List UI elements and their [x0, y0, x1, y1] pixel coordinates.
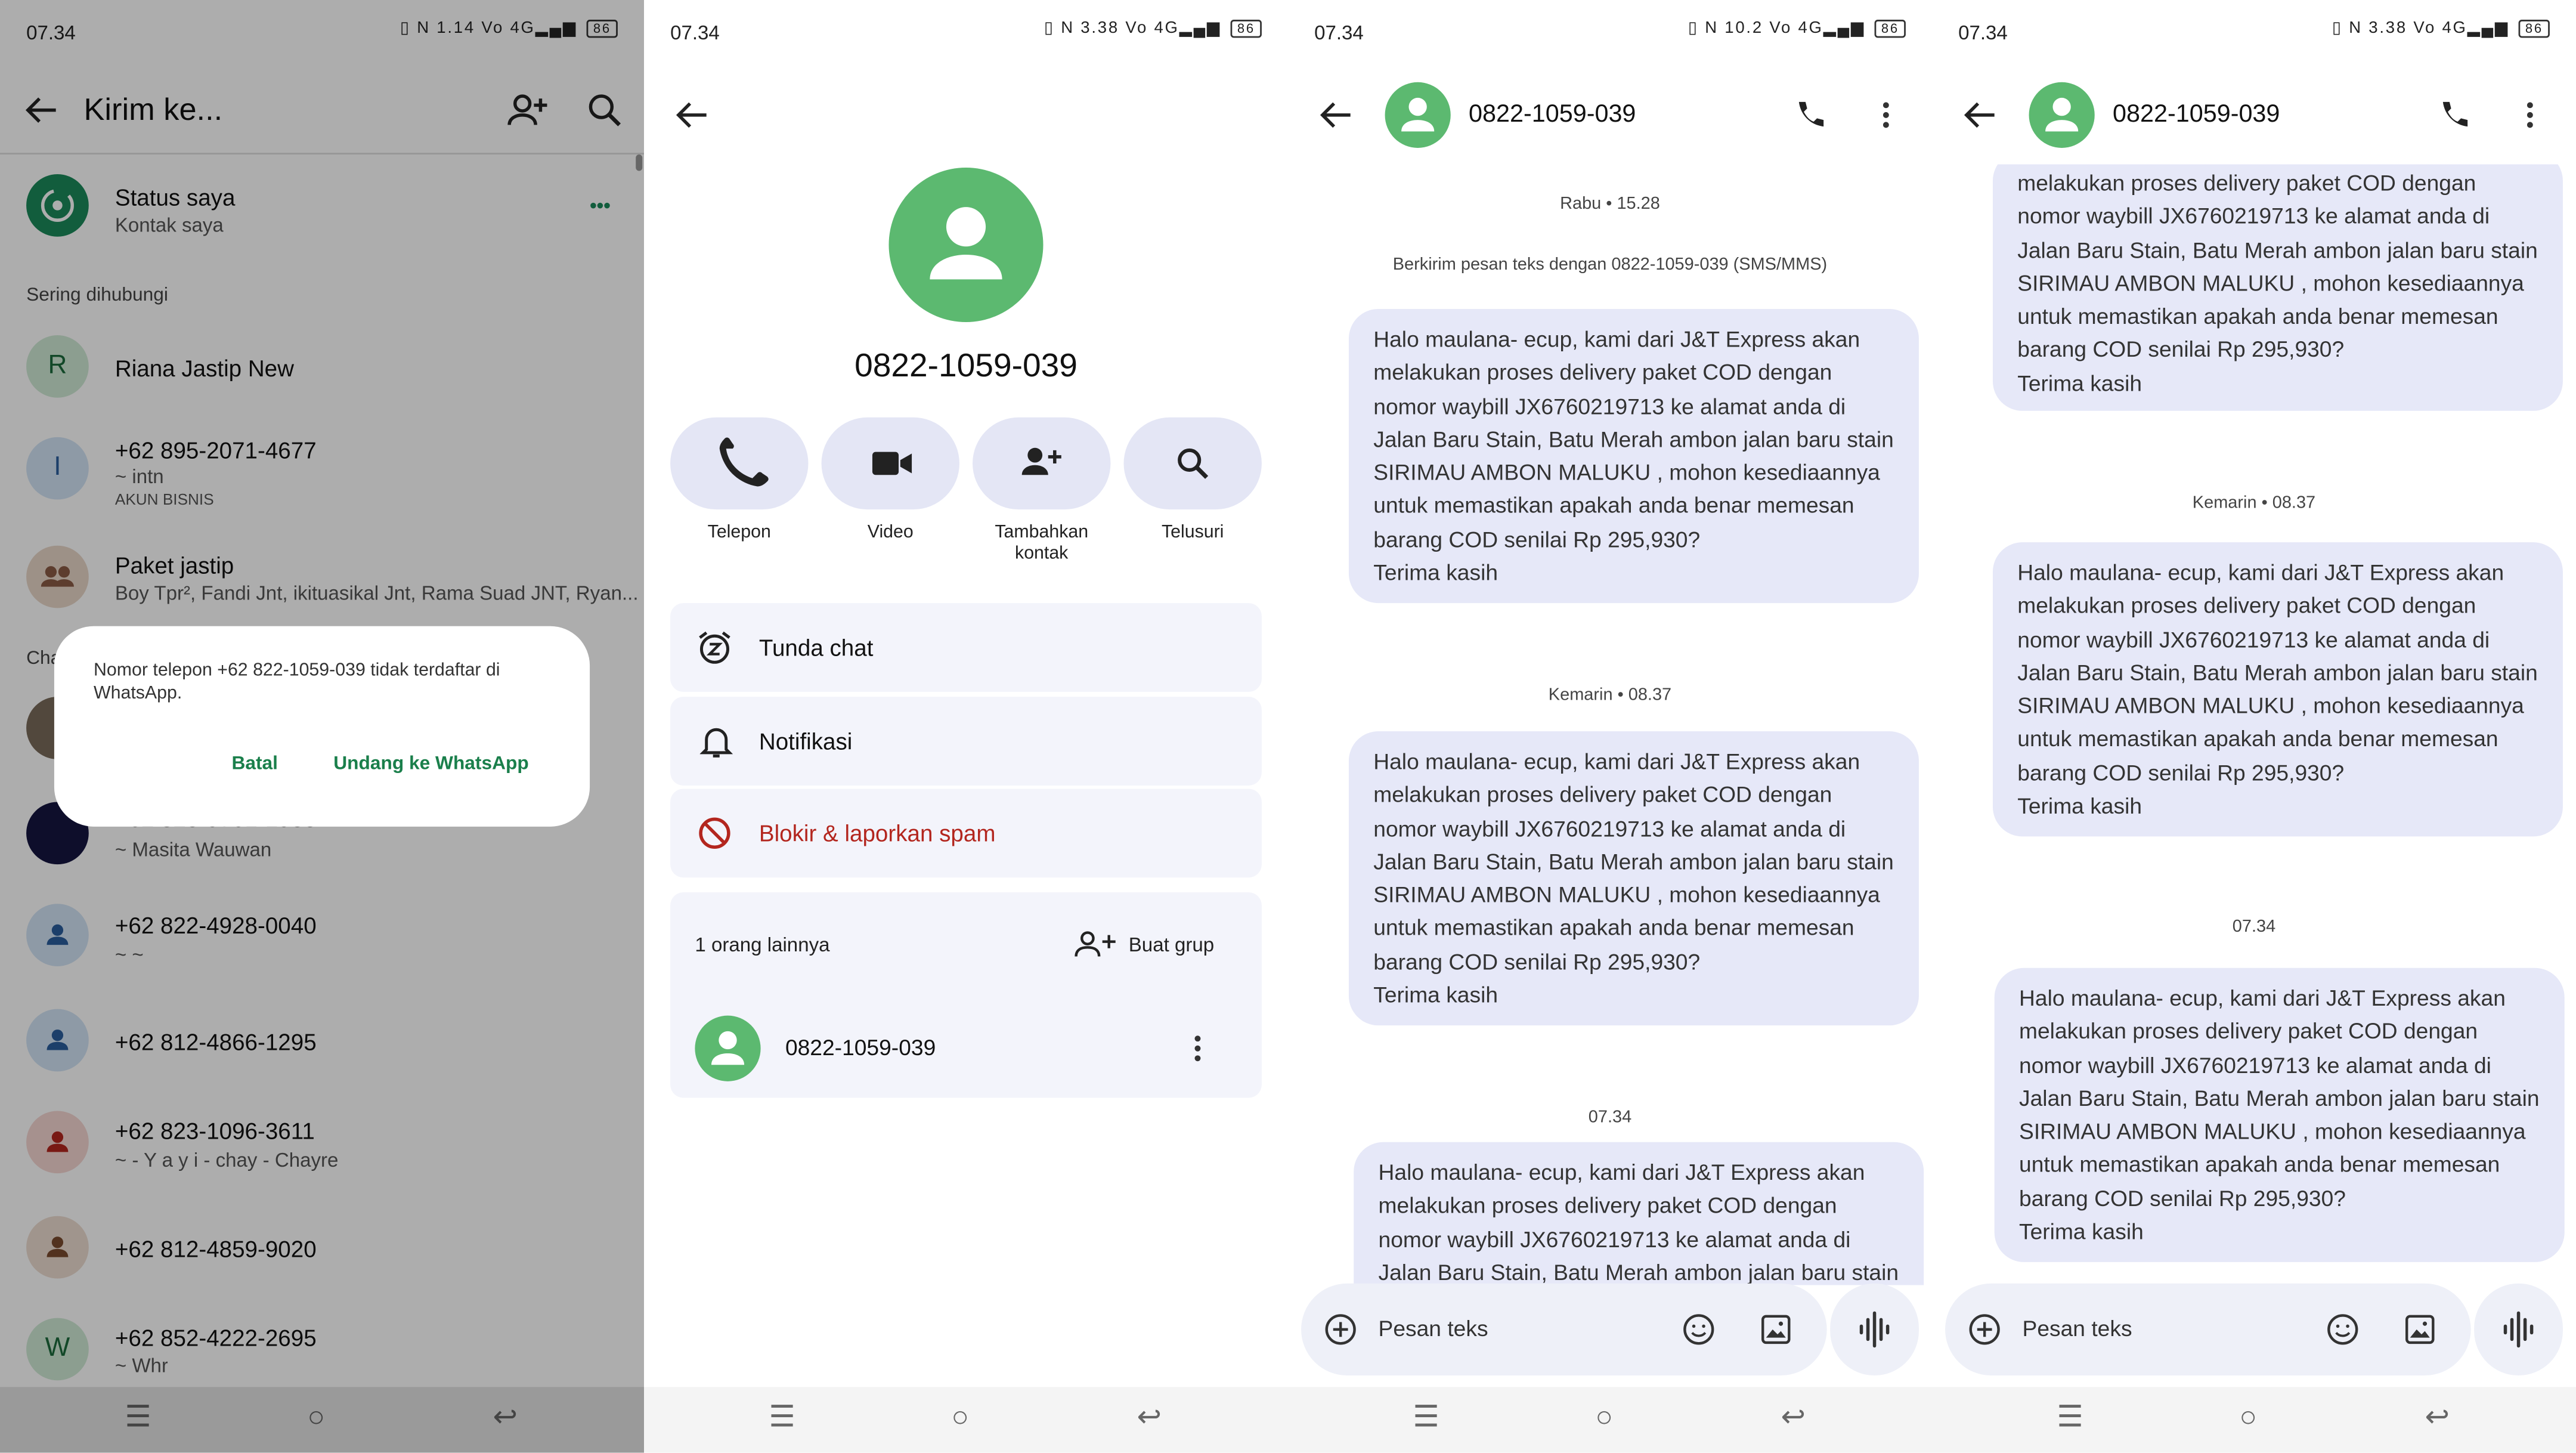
home-nav-icon[interactable]: ○	[1595, 1400, 1613, 1435]
contact-number: 0822-1059-039	[854, 348, 1078, 385]
system-nav-bar: ☰ ○ ↩	[1931, 1387, 2576, 1453]
search-label: Telusuri	[1161, 523, 1224, 543]
contact-avatar[interactable]	[2029, 82, 2095, 148]
member-number[interactable]: 0822-1059-039	[785, 1035, 936, 1060]
back-nav-icon[interactable]: ↩	[1137, 1400, 1162, 1435]
invite-button[interactable]: Undang ke WhatsApp	[333, 755, 528, 774]
back-nav-icon[interactable]: ↩	[2425, 1400, 2450, 1435]
system-nav-bar: ☰ ○ ↩	[1287, 1387, 1932, 1453]
gallery-icon[interactable]	[1760, 1313, 1792, 1346]
status-bar: 07.34 ▯ N 3.38 Vo 4G▂▄▆ 86	[670, 20, 1262, 46]
back-arrow-icon[interactable]	[674, 98, 710, 131]
date-divider: Rabu • 15.28	[1560, 194, 1660, 214]
status-time: 07.34	[1958, 21, 2008, 45]
more-options-icon[interactable]	[1881, 100, 1891, 130]
not-registered-dialog: Nomor telepon +62 822-1059-039 tidak ter…	[54, 626, 590, 827]
add-attachment-icon[interactable]	[1968, 1313, 2001, 1346]
group-members-card: 1 orang lainnya Buat grup 0822-1059-039	[670, 892, 1262, 1098]
add-attachment-icon[interactable]	[1324, 1313, 1357, 1346]
back-nav-icon[interactable]: ↩	[493, 1400, 518, 1435]
call-button[interactable]	[670, 417, 809, 510]
cancel-button[interactable]: Batal	[231, 755, 277, 774]
snooze-chat-label: Tunda chat	[758, 634, 874, 661]
status-icons: ▯ N 10.2 Vo 4G▂▄▆ 86	[1688, 20, 1906, 38]
search-button[interactable]	[1123, 417, 1262, 510]
notifications-label: Notifikasi	[758, 728, 853, 755]
video-button[interactable]	[821, 417, 959, 510]
status-icons: ▯ N 3.38 Vo 4G▂▄▆ 86	[2332, 20, 2550, 38]
snooze-icon	[696, 629, 733, 666]
system-nav-bar: ☰ ○ ↩	[0, 1387, 644, 1453]
block-report-label: Blokir & laporkan spam	[758, 820, 996, 846]
sms-thread-screen: 07.34 ▯ N 10.2 Vo 4G▂▄▆ 86 0822-1059-039…	[1287, 0, 1932, 1453]
status-time: 07.34	[670, 21, 720, 45]
back-arrow-icon[interactable]	[1962, 98, 1998, 131]
gallery-icon[interactable]	[2404, 1313, 2436, 1346]
message-bubble[interactable]: Halo maulana- ecup, kami dari J&T Expres…	[1994, 967, 2565, 1262]
thread-title[interactable]: 0822-1059-039	[2113, 100, 2280, 128]
status-bar: 07.34 ▯ N 10.2 Vo 4G▂▄▆ 86	[1314, 20, 1906, 46]
sms-thread-screen-scrolled: 07.34 ▯ N 3.38 Vo 4G▂▄▆ 86 0822-1059-039…	[1931, 0, 2576, 1453]
voice-message-button[interactable]	[2474, 1283, 2563, 1376]
message-input-bar: Pesan teks	[1301, 1283, 1827, 1376]
message-input[interactable]: Pesan teks	[2023, 1316, 2132, 1341]
menu-nav-icon[interactable]: ☰	[125, 1400, 151, 1435]
group-add-icon[interactable]	[1075, 929, 1117, 962]
make-group-button[interactable]: Buat grup	[1129, 933, 1214, 957]
battery-icon: 86	[1230, 20, 1262, 38]
block-report-item[interactable]: Blokir & laporkan spam	[670, 789, 1262, 878]
member-avatar	[695, 1015, 761, 1081]
message-input-bar: Pesan teks	[1945, 1283, 2471, 1376]
more-options-icon[interactable]	[2525, 100, 2535, 130]
home-nav-icon[interactable]: ○	[2239, 1400, 2257, 1435]
home-nav-icon[interactable]: ○	[951, 1400, 969, 1435]
system-nav-bar: ☰ ○ ↩	[643, 1387, 1288, 1453]
back-nav-icon[interactable]: ↩	[1781, 1400, 1806, 1435]
date-divider: Kemarin • 08.37	[2192, 493, 2316, 513]
block-icon	[696, 815, 733, 852]
video-label: Video	[867, 523, 914, 543]
add-contact-button[interactable]	[973, 417, 1111, 510]
battery-icon: 86	[1874, 20, 1906, 38]
dialog-message: Nomor telepon +62 822-1059-039 tidak ter…	[94, 660, 500, 704]
date-divider: 07.34	[1588, 1107, 1632, 1127]
whatsapp-send-to-screen: 07.34 ▯ N 1.14 Vo 4G▂▄▆ 86 Kirim ke... S…	[0, 0, 644, 1453]
message-input[interactable]: Pesan teks	[1379, 1316, 1488, 1341]
status-time: 07.34	[1314, 21, 1364, 45]
date-divider: 07.34	[2232, 917, 2276, 937]
message-bubble[interactable]: melakukan proses delivery paket COD deng…	[1992, 164, 2563, 411]
call-label: Telepon	[707, 523, 771, 543]
battery-icon: 86	[2518, 20, 2550, 38]
phone-icon[interactable]	[1791, 98, 1827, 135]
contact-avatar	[888, 168, 1044, 322]
snooze-chat-item[interactable]: Tunda chat	[670, 603, 1262, 692]
contact-avatar[interactable]	[1385, 82, 1451, 148]
messages-list[interactable]: Rabu • 15.28 Berkirim pesan teks dengan …	[1288, 168, 1932, 1285]
voice-message-button[interactable]	[1830, 1283, 1919, 1376]
message-bubble[interactable]: Halo maulana- ecup, kami dari J&T Expres…	[1354, 1142, 1924, 1285]
member-more-icon[interactable]	[1193, 1034, 1203, 1064]
message-bubble[interactable]: Halo maulana- ecup, kami dari J&T Expres…	[1992, 542, 2563, 837]
phone-icon[interactable]	[2435, 98, 2471, 135]
add-contact-label: Tambahkan kontak	[995, 523, 1089, 564]
message-bubble[interactable]: Halo maulana- ecup, kami dari J&T Expres…	[1348, 308, 1919, 604]
menu-nav-icon[interactable]: ☰	[1413, 1400, 1439, 1435]
others-count: 1 orang lainnya	[695, 933, 830, 957]
bell-icon	[699, 723, 733, 759]
status-icons: ▯ N 3.38 Vo 4G▂▄▆ 86	[1044, 20, 1262, 38]
notifications-item[interactable]: Notifikasi	[670, 697, 1262, 786]
sms-note: Berkirim pesan teks dengan 0822-1059-039…	[1392, 255, 1828, 275]
home-nav-icon[interactable]: ○	[307, 1400, 325, 1435]
contact-details-screen: 07.34 ▯ N 3.38 Vo 4G▂▄▆ 86 0822-1059-039…	[643, 0, 1288, 1453]
menu-nav-icon[interactable]: ☰	[2057, 1400, 2083, 1435]
back-arrow-icon[interactable]	[1318, 98, 1354, 131]
messages-list[interactable]: melakukan proses delivery paket COD deng…	[1932, 164, 2576, 1282]
menu-nav-icon[interactable]: ☰	[769, 1400, 795, 1435]
date-divider: Kemarin • 08.37	[1548, 685, 1672, 705]
emoji-icon[interactable]	[1682, 1313, 1715, 1346]
thread-title[interactable]: 0822-1059-039	[1469, 100, 1636, 128]
emoji-icon[interactable]	[2326, 1313, 2359, 1346]
status-bar: 07.34 ▯ N 3.38 Vo 4G▂▄▆ 86	[1958, 20, 2550, 46]
message-bubble[interactable]: Halo maulana- ecup, kami dari J&T Expres…	[1348, 731, 1919, 1026]
